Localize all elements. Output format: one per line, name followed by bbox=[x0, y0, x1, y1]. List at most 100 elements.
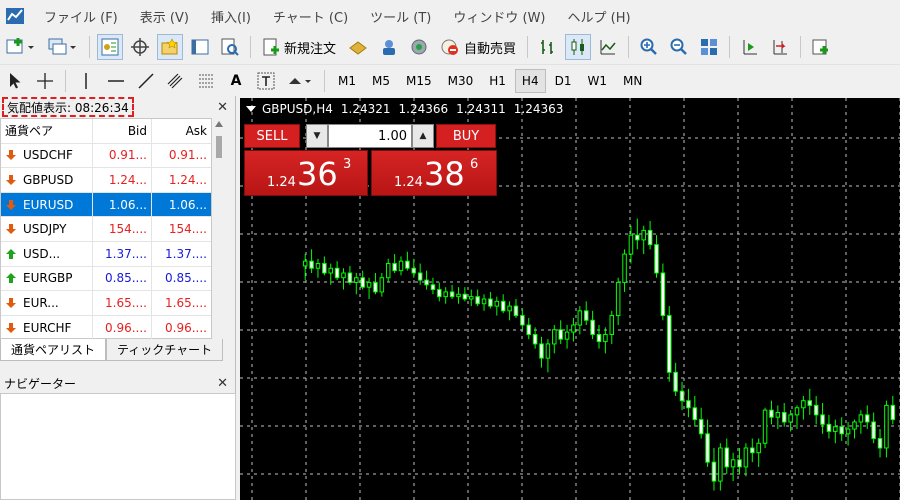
auto-scroll-button[interactable] bbox=[737, 34, 763, 60]
menu-chart[interactable]: チャート (C) bbox=[263, 7, 360, 26]
tile-windows-button[interactable] bbox=[696, 34, 722, 60]
table-row[interactable]: GBPUSD 1.24... 1.24... bbox=[1, 168, 211, 193]
candle-body bbox=[379, 277, 385, 293]
fibonacci-tool[interactable] bbox=[193, 68, 219, 94]
signals-button[interactable] bbox=[406, 34, 432, 60]
meta-editor-button[interactable] bbox=[344, 34, 372, 60]
chart-menu-icon[interactable] bbox=[246, 106, 256, 112]
candlestick bbox=[437, 282, 442, 302]
crosshair-tool[interactable] bbox=[32, 68, 58, 94]
zoom-out-button[interactable] bbox=[666, 34, 692, 60]
zoom-in-button[interactable] bbox=[636, 34, 662, 60]
table-row[interactable]: EURCHF 0.96.... 0.96.... bbox=[1, 315, 211, 341]
timeframe-w1[interactable]: W1 bbox=[580, 69, 614, 93]
lot-size-input[interactable]: 1.00 bbox=[328, 124, 412, 148]
text-tool[interactable]: A bbox=[223, 68, 249, 94]
candlestick bbox=[532, 327, 538, 349]
timeframe-m15[interactable]: M15 bbox=[399, 69, 439, 93]
timeframe-m30[interactable]: M30 bbox=[441, 69, 481, 93]
horizontal-line-tool[interactable] bbox=[103, 68, 129, 94]
bid-cell: 1.65.... bbox=[93, 291, 152, 315]
column-symbol[interactable]: 通貨ペア bbox=[1, 119, 93, 143]
lot-decrease-button[interactable]: ▼ bbox=[306, 124, 328, 148]
candle-body bbox=[679, 390, 685, 402]
menu-tools[interactable]: ツール (T) bbox=[360, 7, 443, 26]
scroll-up-icon[interactable] bbox=[215, 121, 223, 127]
candlestick bbox=[443, 287, 448, 304]
separator bbox=[324, 69, 325, 92]
candle-body bbox=[411, 267, 417, 274]
menu-window[interactable]: ウィンドウ (W) bbox=[443, 7, 557, 26]
candle-body bbox=[309, 260, 314, 269]
symbol-cell: EUR... bbox=[1, 291, 93, 315]
market-watch-toggle[interactable] bbox=[97, 34, 123, 60]
candle-body bbox=[667, 315, 672, 373]
new-order-button[interactable]: 新規注文 bbox=[258, 34, 340, 60]
line-chart-button[interactable] bbox=[595, 34, 621, 60]
timeframe-h4[interactable]: H4 bbox=[514, 68, 546, 93]
bar-chart-button[interactable] bbox=[535, 34, 561, 60]
chart-window[interactable]: GBPUSD,H4 1.24321 1.24366 1.24311 1.2436… bbox=[240, 98, 900, 500]
timeframe-mn[interactable]: MN bbox=[616, 69, 649, 93]
one-click-trading-panel: SELL ▼ 1.00 ▲ BUY 1.24 36 3 1.24 38 6 bbox=[244, 124, 500, 196]
menu-view[interactable]: 表示 (V) bbox=[130, 7, 201, 26]
arrows-tool[interactable] bbox=[283, 68, 317, 94]
text-label-tool[interactable] bbox=[253, 68, 279, 94]
table-row[interactable]: USD... 1.37.... 1.37.... bbox=[1, 241, 211, 267]
bid-cell: 1.06... bbox=[93, 192, 152, 217]
close-icon[interactable]: ✕ bbox=[217, 376, 228, 391]
timeframe-m5[interactable]: M5 bbox=[365, 69, 397, 93]
strategy-tester-toggle[interactable] bbox=[217, 34, 243, 60]
table-row[interactable]: EURGBP 0.85.... 0.85.... bbox=[1, 266, 211, 292]
tab-symbols[interactable]: 通貨ペアリスト bbox=[0, 339, 107, 361]
vertical-line-tool[interactable] bbox=[73, 68, 99, 94]
column-bid[interactable]: Bid bbox=[93, 119, 152, 143]
symbol-cell: EURGBP bbox=[1, 266, 93, 291]
app-icon[interactable] bbox=[4, 5, 26, 27]
sell-price-button[interactable]: 1.24 36 3 bbox=[244, 150, 368, 196]
trendline-tool[interactable] bbox=[133, 68, 159, 94]
scroll-thumb[interactable] bbox=[216, 136, 222, 158]
menu-help[interactable]: ヘルプ (H) bbox=[558, 7, 643, 26]
candlestick-chart-button[interactable] bbox=[565, 34, 592, 60]
lot-increase-button[interactable]: ▲ bbox=[412, 124, 434, 148]
candle-body bbox=[488, 298, 493, 307]
text-label-icon bbox=[257, 72, 275, 89]
market-watch-scrollbar[interactable] bbox=[212, 118, 226, 339]
menu-insert[interactable]: 挿入(I) bbox=[201, 7, 263, 26]
tab-tick-chart[interactable]: ティックチャート bbox=[106, 339, 224, 361]
buy-button[interactable]: BUY bbox=[436, 124, 496, 148]
candle-body bbox=[603, 333, 608, 343]
table-row[interactable]: EUR... 1.65.... 1.65.... bbox=[1, 291, 211, 316]
new-chart-button[interactable] bbox=[2, 34, 40, 60]
timeframe-h1[interactable]: H1 bbox=[482, 69, 513, 93]
equidistant-channel-tool[interactable] bbox=[163, 68, 189, 94]
editor-icon bbox=[349, 41, 367, 55]
candle-body bbox=[877, 438, 883, 449]
column-ask[interactable]: Ask bbox=[152, 119, 211, 143]
sell-button[interactable]: SELL bbox=[244, 124, 300, 148]
table-row[interactable]: EURUSD 1.06... 1.06... bbox=[1, 192, 211, 218]
candle-body bbox=[833, 426, 838, 432]
auto-trading-button[interactable]: 自動売買 bbox=[436, 34, 520, 60]
buy-price-button[interactable]: 1.24 38 6 bbox=[371, 150, 497, 196]
cursor-tool[interactable] bbox=[2, 68, 28, 94]
candlestick bbox=[354, 272, 359, 295]
chart-shift-button[interactable] bbox=[767, 34, 793, 60]
table-row[interactable]: USDJPY 154.... 154.... bbox=[1, 217, 211, 242]
community-button[interactable] bbox=[376, 34, 402, 60]
close-icon[interactable]: ✕ bbox=[217, 100, 228, 115]
profiles-button[interactable] bbox=[44, 34, 82, 60]
timeframe-m1[interactable]: M1 bbox=[331, 69, 363, 93]
chart-shift-icon bbox=[773, 40, 788, 55]
candlestick bbox=[507, 301, 512, 321]
menu-file[interactable]: ファイル (F) bbox=[34, 7, 130, 26]
timeframe-d1[interactable]: D1 bbox=[548, 69, 579, 93]
navigator-toggle[interactable] bbox=[157, 34, 183, 60]
candlestick bbox=[462, 287, 468, 302]
indicators-button[interactable] bbox=[808, 34, 834, 60]
table-row[interactable]: USDCHF 0.91... 0.91... bbox=[1, 143, 211, 169]
terminal-toggle[interactable] bbox=[187, 34, 213, 60]
data-window-toggle[interactable] bbox=[127, 34, 153, 60]
separator bbox=[527, 36, 529, 58]
